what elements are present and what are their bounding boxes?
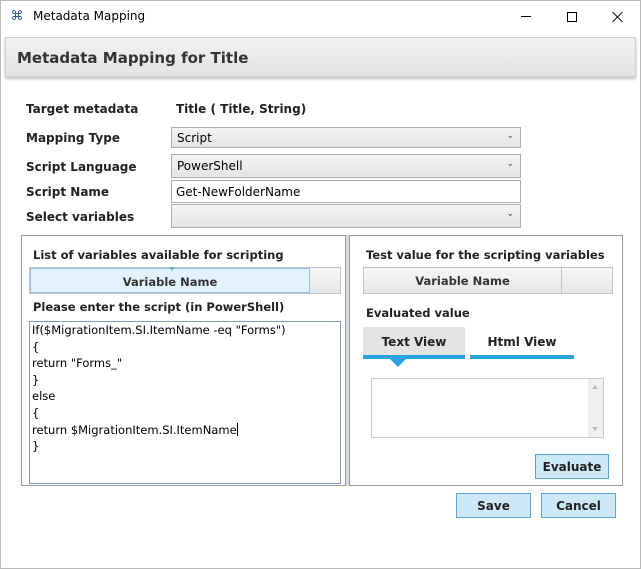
script-line: { xyxy=(32,405,40,420)
window-title: Metadata Mapping xyxy=(33,9,146,23)
script-line: return "Forms_" xyxy=(32,356,123,371)
cancel-button[interactable]: Cancel xyxy=(541,493,616,518)
test-variable-name-column-label: Variable Name xyxy=(415,274,510,288)
script-language-value: PowerShell xyxy=(177,159,243,173)
metadata-mapping-window: ⌘ Metadata Mapping Metadata Mapping for … xyxy=(0,0,641,569)
mapping-type-value: Script xyxy=(177,131,212,145)
script-prompt-label: Please enter the script (in PowerShell) xyxy=(33,300,285,314)
evaluated-value-output[interactable] xyxy=(371,378,604,438)
script-line: If($MigrationItem.SI.ItemName -eq "Forms… xyxy=(32,323,286,337)
evaluate-button[interactable]: Evaluate xyxy=(535,454,609,479)
maximize-icon xyxy=(567,11,577,22)
test-grid-extra-column xyxy=(562,268,612,293)
grid-extra-column xyxy=(310,268,340,293)
variables-list-title: List of variables available for scriptin… xyxy=(33,248,284,262)
sort-indicator-icon xyxy=(169,267,175,271)
script-line: } xyxy=(32,439,40,454)
minimize-button[interactable] xyxy=(503,1,549,32)
test-panel: Test value for the scripting variables V… xyxy=(349,235,623,486)
page-title: Metadata Mapping for Title xyxy=(17,49,249,67)
minimize-icon xyxy=(521,16,531,17)
chevron-down-icon: ⌄ xyxy=(506,159,514,169)
script-line: { xyxy=(32,339,40,354)
script-name-label: Script Name xyxy=(26,185,110,199)
test-variables-grid-header: Variable Name xyxy=(363,267,613,294)
mapping-type-select[interactable]: Script ⌄ xyxy=(171,127,521,148)
close-icon xyxy=(612,11,624,23)
script-line-current: return $MigrationItem.SI.ItemName xyxy=(32,422,340,439)
share-nodes-icon: ⌘ xyxy=(10,8,24,23)
active-tab-pointer xyxy=(390,359,406,367)
script-line: else xyxy=(32,389,56,404)
tab-text-view[interactable]: Text View xyxy=(363,327,465,359)
title-bar: ⌘ Metadata Mapping xyxy=(1,1,640,32)
script-name-input[interactable]: Get-NewFolderName xyxy=(171,180,521,203)
select-variables-select[interactable]: ⌄ xyxy=(171,204,521,228)
dialog-header: Metadata Mapping for Title xyxy=(5,37,636,77)
test-variable-name-column-header[interactable]: Variable Name xyxy=(364,268,562,293)
variables-grid-header: Variable Name xyxy=(29,267,341,294)
text-caret xyxy=(236,422,238,436)
script-line-text: return $MigrationItem.SI.ItemName xyxy=(32,422,237,437)
chevron-down-icon: ⌄ xyxy=(506,209,514,219)
mapping-type-label: Mapping Type xyxy=(26,131,120,145)
test-values-title: Test value for the scripting variables xyxy=(366,248,605,262)
target-metadata-value: Title ( Title, String) xyxy=(176,102,307,116)
output-scrollbar[interactable] xyxy=(588,379,603,437)
maximize-button[interactable] xyxy=(549,1,595,32)
scroll-down-icon xyxy=(592,427,598,431)
select-variables-label: Select variables xyxy=(26,210,135,224)
script-language-label: Script Language xyxy=(26,160,137,174)
evaluated-value-label: Evaluated value xyxy=(366,306,470,320)
scroll-up-icon xyxy=(592,385,598,389)
chevron-down-icon: ⌄ xyxy=(506,131,514,141)
target-metadata-label: Target metadata xyxy=(26,102,139,116)
script-language-select[interactable]: PowerShell ⌄ xyxy=(171,154,521,178)
script-line: } xyxy=(32,372,40,387)
script-panel: List of variables available for scriptin… xyxy=(21,235,347,486)
script-editor[interactable]: If($MigrationItem.SI.ItemName -eq "Forms… xyxy=(29,321,341,484)
variable-name-column-label: Variable Name xyxy=(122,275,218,289)
variable-name-column-header[interactable]: Variable Name xyxy=(30,268,310,293)
tab-html-view[interactable]: Html View xyxy=(470,327,574,359)
save-button[interactable]: Save xyxy=(456,493,531,518)
close-button[interactable] xyxy=(595,1,641,32)
